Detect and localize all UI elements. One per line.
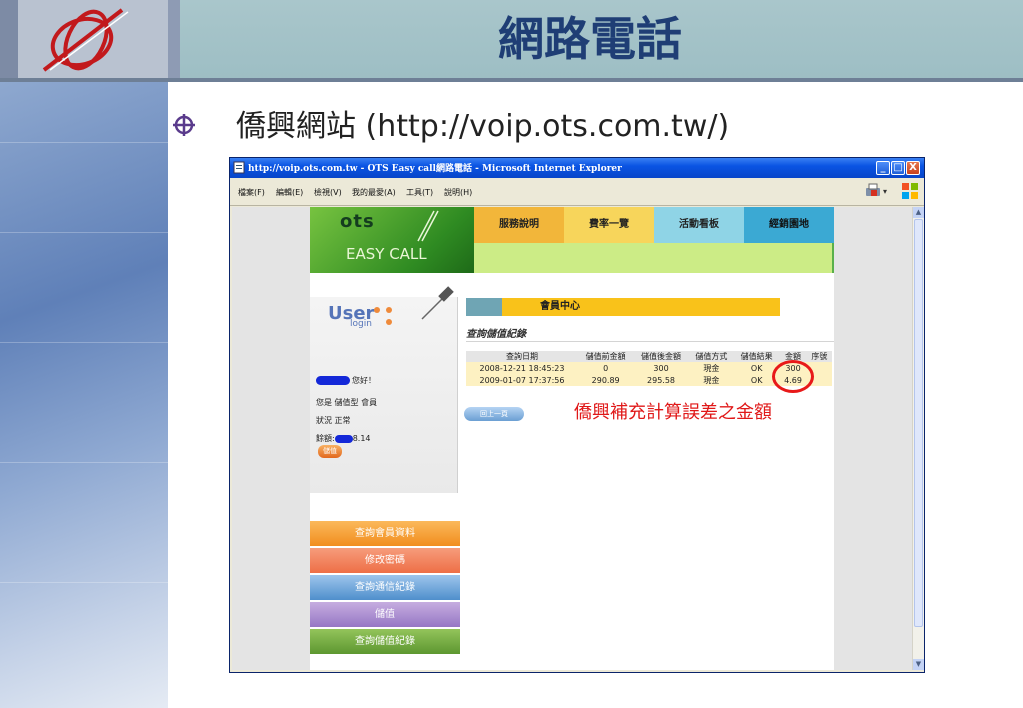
site-logo-text: ots xyxy=(340,211,375,232)
header-divider xyxy=(168,0,180,80)
col-before-amount: 儲值前金額 xyxy=(577,351,634,362)
menu-help[interactable]: 說明(H) xyxy=(444,187,472,198)
menu-view[interactable]: 檢視(V) xyxy=(314,187,342,198)
member-center-bar xyxy=(466,298,780,316)
decor-line xyxy=(0,342,168,343)
slide-header: 網路電話 xyxy=(0,0,1023,82)
cell-method: 現金 xyxy=(688,374,735,386)
balance-label: 餘額: xyxy=(316,434,335,443)
site-logo-sub: EASY CALL xyxy=(346,245,427,263)
browser-viewport: ots EASY CALL 服務說明 費率一覽 活動看板 經銷園地 User l… xyxy=(232,207,912,670)
slide: 網路電話 僑興網站 (http://voip.ots.com.tw/) http… xyxy=(0,0,1023,708)
cell-date: 2009-01-07 17:37:56 xyxy=(466,374,578,386)
cell-method: 現金 xyxy=(688,362,735,374)
col-query-date: 查詢日期 xyxy=(466,351,578,362)
user-logo-dot xyxy=(386,319,392,325)
member-type: 您是 儲值型 會員 xyxy=(316,398,378,407)
web-page: ots EASY CALL 服務說明 費率一覽 活動看板 經銷園地 User l… xyxy=(310,207,834,670)
scroll-down-icon[interactable]: ▼ xyxy=(913,659,924,670)
side-menu-topup-records[interactable]: 查詢儲值紀錄 xyxy=(310,629,460,654)
balance-line: 餘額: 8.14 xyxy=(316,433,371,444)
user-panel: User login 您好！ 您是 儲值型 會員 狀況 正常 餘額: 8.14 … xyxy=(310,286,458,493)
cell-before: 0 xyxy=(577,362,634,374)
scrollbar-thumb[interactable] xyxy=(914,219,923,627)
highlight-circle xyxy=(772,360,814,393)
user-logo-dot xyxy=(386,307,392,313)
menu-edit[interactable]: 編輯(E) xyxy=(276,187,303,198)
bullet-icon xyxy=(173,114,195,136)
user-logo-sub: login xyxy=(350,319,372,329)
print-icon[interactable] xyxy=(864,182,882,200)
bullet-text: 僑興網站 (http://voip.ots.com.tw/) xyxy=(236,109,730,144)
section-title: 查詢儲值紀錄 xyxy=(466,329,526,340)
cell-after: 295.58 xyxy=(633,374,689,386)
menu-favorites[interactable]: 我的最愛(A) xyxy=(352,187,396,198)
ie-page-icon xyxy=(233,161,245,174)
decor-line xyxy=(0,462,168,463)
annotation-text: 僑興補充計算誤差之金額 xyxy=(574,402,772,423)
greeting: 您好！ xyxy=(316,375,376,386)
cell-before: 290.89 xyxy=(577,374,634,386)
nav-rates[interactable]: 費率一覽 xyxy=(564,207,654,243)
slide-title: 網路電話 xyxy=(498,12,682,66)
minimize-button[interactable]: _ xyxy=(876,161,890,175)
nav-service[interactable]: 服務說明 xyxy=(474,207,564,243)
browser-title: http://voip.ots.com.tw - OTS Easy call網路… xyxy=(248,164,622,174)
pushpin-icon xyxy=(421,286,454,320)
site-logo[interactable]: ots EASY CALL xyxy=(310,207,474,273)
cell-after: 300 xyxy=(633,362,689,374)
vertical-scrollbar[interactable]: ▲ ▼ xyxy=(912,207,924,670)
paperclip-icon xyxy=(417,210,439,242)
nav-subbar xyxy=(474,243,834,273)
redacted-username xyxy=(316,376,350,385)
decor-line xyxy=(0,232,168,233)
nav-dealers[interactable]: 經銷園地 xyxy=(744,207,834,243)
store-value-button[interactable]: 儲值 xyxy=(318,445,342,458)
browser-titlebar: http://voip.ots.com.tw - OTS Easy call網路… xyxy=(230,158,924,178)
col-method: 儲值方式 xyxy=(688,351,735,362)
user-logo-dot xyxy=(374,307,380,313)
chevron-down-icon[interactable]: ▾ xyxy=(883,187,887,196)
member-center-bar-accent xyxy=(466,298,502,316)
greeting-text: 您好！ xyxy=(352,376,376,385)
decorative-side-strip xyxy=(0,82,168,708)
side-menu-top-up[interactable]: 儲值 xyxy=(310,602,460,627)
decor-line xyxy=(0,142,168,143)
cell-date: 2008-12-21 18:45:23 xyxy=(466,362,578,374)
col-serial: 序號 xyxy=(806,351,832,362)
decor-line xyxy=(0,582,168,583)
nav-events[interactable]: 活動看板 xyxy=(654,207,744,243)
balance-value: 8.14 xyxy=(352,434,371,443)
account-status: 狀況 正常 xyxy=(316,416,351,425)
scroll-up-icon[interactable]: ▲ xyxy=(913,207,924,218)
side-menu-member-info[interactable]: 查詢會員資料 xyxy=(310,521,460,546)
logo-panel-edge xyxy=(0,0,18,80)
redacted-balance xyxy=(334,434,353,443)
browser-menubar: 檔案(F) 編輯(E) 檢視(V) 我的最愛(A) 工具(T) 說明(H) ▾ xyxy=(230,178,924,206)
member-center-title: 會員中心 xyxy=(540,301,580,312)
company-logo-icon xyxy=(42,8,129,72)
side-menu-change-password[interactable]: 修改密碼 xyxy=(310,548,460,573)
col-after-amount: 儲值後金額 xyxy=(633,351,689,362)
menu-file[interactable]: 檔案(F) xyxy=(238,187,265,198)
table-header-row: 查詢日期 儲值前金額 儲值後金額 儲值方式 儲值結果 金額 序號 xyxy=(466,351,832,362)
side-menu-call-records[interactable]: 查詢通信紀錄 xyxy=(310,575,460,600)
menu-tools[interactable]: 工具(T) xyxy=(406,187,433,198)
windows-logo-icon xyxy=(902,183,918,199)
close-button[interactable]: X xyxy=(906,161,920,175)
col-result: 儲值結果 xyxy=(734,351,780,362)
back-button[interactable]: 回上一頁 xyxy=(464,407,524,421)
page-edge xyxy=(832,243,834,273)
section-divider xyxy=(466,341,834,342)
maximize-button[interactable]: □ xyxy=(891,161,905,175)
